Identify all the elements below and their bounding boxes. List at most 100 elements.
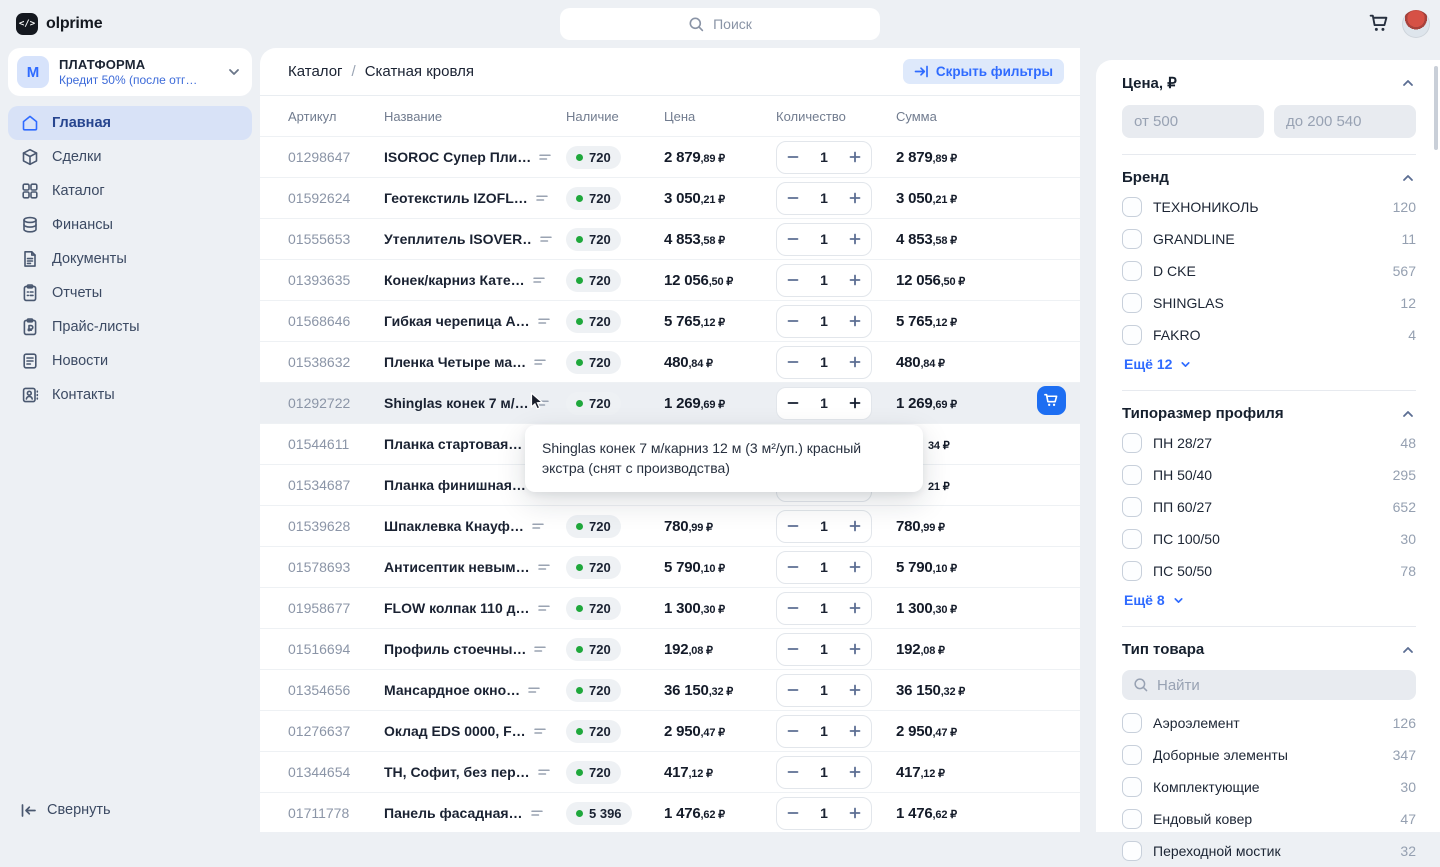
quantity-stepper[interactable]: 1 [776,182,872,215]
quantity-value[interactable]: 1 [820,600,828,616]
quantity-value[interactable]: 1 [820,682,828,698]
quantity-value[interactable]: 1 [820,764,828,780]
quantity-value[interactable]: 1 [820,723,828,739]
decrease-quantity-button[interactable] [786,273,800,287]
article-cell[interactable]: 01344654 [288,764,384,780]
article-cell[interactable]: 01354656 [288,682,384,698]
price-to-input[interactable] [1274,105,1416,138]
sidebar-item-documents[interactable]: Документы [8,242,252,276]
product-name-cell[interactable]: Профиль стоечны… [384,641,566,657]
filter-option[interactable]: D CKE 567 [1122,255,1416,287]
quantity-stepper[interactable]: 1 [776,715,872,748]
product-name-cell[interactable]: Антисептик невым… [384,559,566,575]
filter-option[interactable]: Аэроэлемент 126 [1122,707,1416,739]
table-row[interactable]: 01592624 Геотекстиль IZOFL… 720 3 050,21… [260,177,1080,218]
checkbox[interactable] [1122,197,1142,217]
increase-quantity-button[interactable] [848,273,862,287]
increase-quantity-button[interactable] [848,191,862,205]
article-cell[interactable]: 01298647 [288,149,384,165]
table-row[interactable]: 01276637 Оклад EDS 0000, F… 720 2 950,47… [260,710,1080,751]
filter-option[interactable]: ПС 50/50 78 [1122,555,1416,587]
table-row[interactable]: 01298647 ISOROC Супер Пли… 720 2 879,89 … [260,136,1080,177]
decrease-quantity-button[interactable] [786,724,800,738]
global-search-input[interactable]: Поиск [560,8,880,40]
filter-option[interactable]: FAKRO 4 [1122,319,1416,351]
table-row[interactable]: 01711778 Панель фасадная… 5 396 1 476,62… [260,792,1080,832]
sidebar-item-finance[interactable]: Финансы [8,208,252,242]
user-avatar[interactable] [1402,10,1430,38]
quantity-stepper[interactable]: 1 [776,797,872,830]
product-name-cell[interactable]: FLOW колпак 110 д… [384,600,566,616]
article-cell[interactable]: 01539628 [288,518,384,534]
product-name-cell[interactable]: Shinglas конек 7 м/… [384,395,566,411]
decrease-quantity-button[interactable] [786,806,800,820]
increase-quantity-button[interactable] [848,519,862,533]
article-cell[interactable]: 01516694 [288,641,384,657]
table-row[interactable]: 01568646 Гибкая черепица А… 720 5 765,12… [260,300,1080,341]
table-row[interactable]: 01555653 Утеплитель ISOVER… 720 4 853,58… [260,218,1080,259]
increase-quantity-button[interactable] [848,396,862,410]
table-row[interactable]: 01578693 Антисептик невым… 720 5 790,10 … [260,546,1080,587]
sidebar-item-contacts[interactable]: Контакты [8,378,252,412]
quantity-value[interactable]: 1 [820,395,828,411]
sidebar-item-pricelists[interactable]: Прайс-листы [8,310,252,344]
decrease-quantity-button[interactable] [786,683,800,697]
quantity-value[interactable]: 1 [820,190,828,206]
increase-quantity-button[interactable] [848,724,862,738]
quantity-stepper[interactable]: 1 [776,387,872,420]
article-cell[interactable]: 01958677 [288,600,384,616]
article-cell[interactable]: 01592624 [288,190,384,206]
checkbox[interactable] [1122,465,1142,485]
increase-quantity-button[interactable] [848,560,862,574]
checkbox[interactable] [1122,561,1142,581]
decrease-quantity-button[interactable] [786,519,800,533]
filter-option[interactable]: ПП 60/27 652 [1122,491,1416,523]
article-cell[interactable]: 01534687 [288,477,384,493]
price-from-input[interactable] [1122,105,1264,138]
quantity-stepper[interactable]: 1 [776,756,872,789]
checkbox[interactable] [1122,529,1142,549]
filter-option[interactable]: ПС 100/50 30 [1122,523,1416,555]
product-name-cell[interactable]: Гибкая черепица А… [384,313,566,329]
quantity-value[interactable]: 1 [820,313,828,329]
filter-option[interactable]: ПН 50/40 295 [1122,459,1416,491]
increase-quantity-button[interactable] [848,601,862,615]
article-cell[interactable]: 01393635 [288,272,384,288]
decrease-quantity-button[interactable] [786,232,800,246]
quantity-stepper[interactable]: 1 [776,551,872,584]
quantity-value[interactable]: 1 [820,149,828,165]
filter-option[interactable]: Доборные элементы 347 [1122,739,1416,771]
quantity-stepper[interactable]: 1 [776,346,872,379]
article-cell[interactable]: 01711778 [288,805,384,821]
decrease-quantity-button[interactable] [786,314,800,328]
chevron-up-icon[interactable] [1400,170,1416,186]
article-cell[interactable]: 01578693 [288,559,384,575]
table-row[interactable]: 01292722 Shinglas конек 7 м/… 720 1 269,… [260,382,1080,423]
increase-quantity-button[interactable] [848,642,862,656]
chevron-up-icon[interactable] [1400,642,1416,658]
increase-quantity-button[interactable] [848,232,862,246]
table-row[interactable]: 01539628 Шпаклевка Кнауф… 720 780,99 ₽ 1 [260,505,1080,546]
increase-quantity-button[interactable] [848,355,862,369]
checkbox[interactable] [1122,433,1142,453]
product-name-cell[interactable]: Пленка Четыре ма… [384,354,566,370]
increase-quantity-button[interactable] [848,765,862,779]
quantity-stepper[interactable]: 1 [776,264,872,297]
article-cell[interactable]: 01292722 [288,395,384,411]
checkbox[interactable] [1122,293,1142,313]
table-row[interactable]: 01344654 ТН, Софит, без пер… 720 417,12 … [260,751,1080,792]
quantity-stepper[interactable]: 1 [776,305,872,338]
type-search-input[interactable]: Найти [1122,670,1416,700]
product-name-cell[interactable]: ISOROC Супер Пли… [384,149,566,165]
breadcrumb-root[interactable]: Каталог [288,63,343,80]
quantity-value[interactable]: 1 [820,559,828,575]
increase-quantity-button[interactable] [848,683,862,697]
quantity-value[interactable]: 1 [820,641,828,657]
checkbox[interactable] [1122,745,1142,765]
decrease-quantity-button[interactable] [786,150,800,164]
quantity-value[interactable]: 1 [820,272,828,288]
product-name-cell[interactable]: Панель фасадная… [384,805,566,821]
product-name-cell[interactable]: Геотекстиль IZOFL… [384,190,566,206]
product-name-cell[interactable]: Оклад EDS 0000, F… [384,723,566,739]
hide-filters-button[interactable]: Скрыть фильтры [903,59,1064,84]
